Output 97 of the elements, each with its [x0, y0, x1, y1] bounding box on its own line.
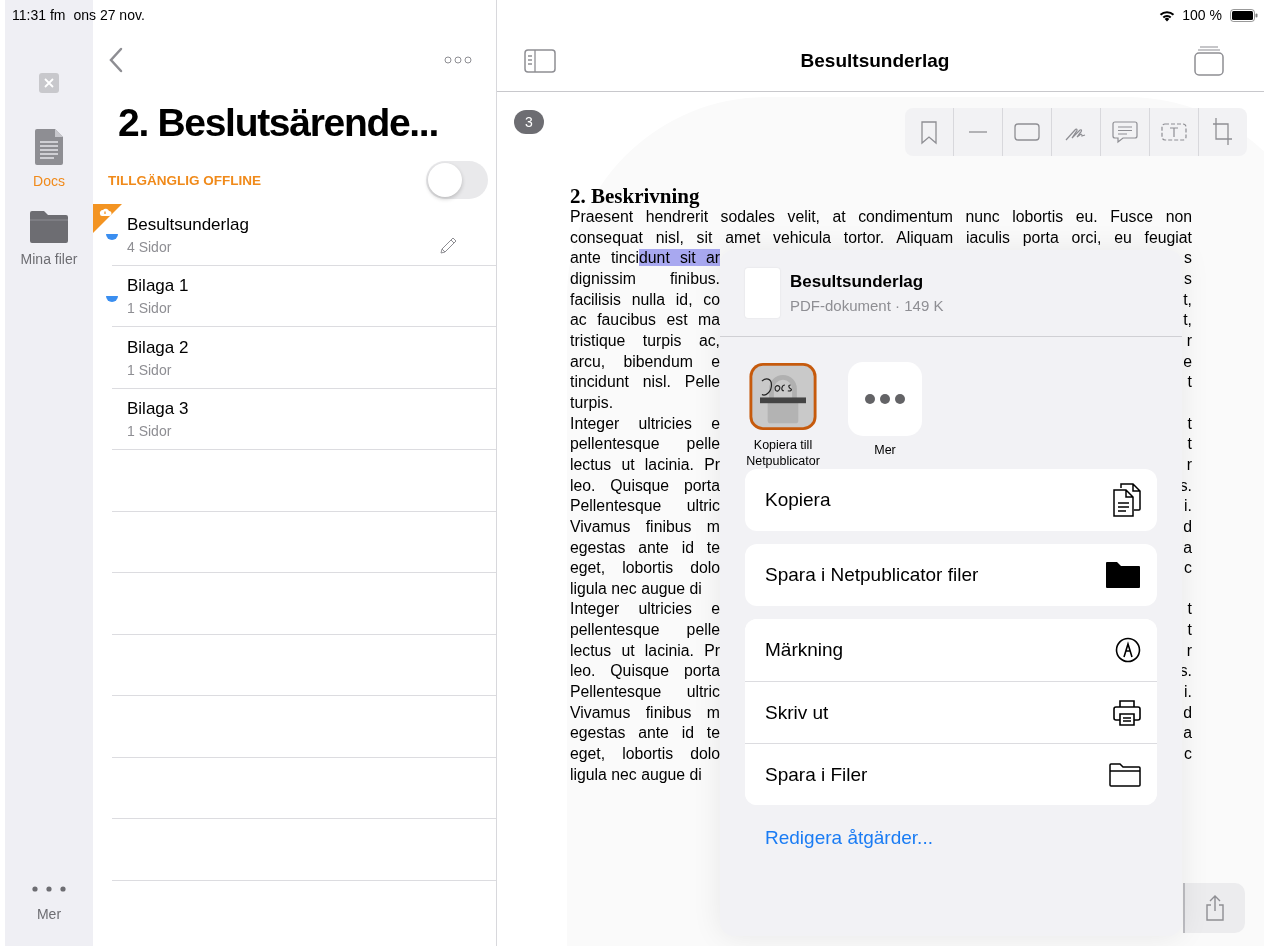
page-count: 1 Sidor — [127, 300, 173, 317]
document-name: Bilaga 1 — [127, 276, 189, 297]
sidebar-icon[interactable] — [524, 48, 556, 73]
document-text-fragment: d — [1183, 516, 1192, 537]
page-count: 4 Sidor — [127, 238, 173, 255]
document-text-fragment: s — [1184, 268, 1192, 289]
document-text-line: eget, lobortis dolo — [570, 744, 720, 765]
document-list-item[interactable]: Bilaga 1 1 Sidor — [93, 265, 496, 327]
document-text-fragment: c — [1184, 558, 1192, 579]
pencil-icon[interactable] — [440, 236, 458, 254]
document-text-line: Vivamus finibus m — [570, 516, 720, 537]
document-text-line: ligula nec augue di — [570, 578, 703, 599]
document-text-fragment: t, — [1183, 310, 1192, 331]
document-text-fragment: a — [1183, 723, 1192, 744]
document-text-line: lectus ut lacinia. Pr — [570, 640, 720, 661]
document-text-line: Vivamus finibus m — [570, 702, 720, 723]
more-button[interactable]: Mer — [32, 886, 66, 922]
share-app[interactable]: Kopiera till Netpublicator — [737, 362, 829, 469]
status-time: 11:31 fm — [12, 7, 66, 23]
document-text-fragment: t — [1187, 434, 1192, 455]
document-text-line: tristique turpis ac, — [570, 330, 720, 351]
document-text-fragment: d — [1183, 702, 1192, 723]
document-name: Bilaga 3 — [127, 399, 189, 420]
edit-actions-link[interactable]: Redigera åtgärder... — [765, 827, 933, 849]
wifi-icon — [1158, 8, 1177, 22]
document-text-line: tincidunt nisl. Pelle — [570, 372, 720, 393]
folder-icon — [1105, 561, 1141, 589]
document-text-line: arcu, bibendum e — [570, 351, 720, 372]
share-app[interactable]: Mer — [839, 362, 931, 469]
folder-icon — [30, 211, 68, 243]
app-logo-icon — [747, 362, 819, 431]
document-icon — [35, 129, 63, 165]
offline-toggle[interactable] — [426, 161, 488, 199]
document-text-line: ligula nec augue di — [570, 764, 703, 785]
document-text-fragment: r — [1186, 454, 1192, 475]
document-text-line: leo. Quisque porta — [570, 475, 720, 496]
document-text-fragment: e — [1183, 351, 1192, 372]
offline-label: TILLGÄNGLIG OFFLINE — [108, 172, 261, 188]
document-text-fragment: t — [1187, 413, 1192, 434]
document-text-fragment: r — [1186, 330, 1192, 351]
document-name: Bilaga 2 — [127, 337, 189, 358]
share-icon — [1205, 895, 1225, 921]
status-date: ons 27 nov. — [73, 7, 145, 23]
document-name: Besultsunderlag — [127, 214, 249, 235]
document-text-fragment: i. — [1184, 496, 1192, 517]
page-count: 1 Sidor — [127, 423, 173, 440]
document-list-item[interactable]: Bilaga 3 1 Sidor — [93, 388, 496, 450]
rail-tab[interactable]: Mina filer — [20, 211, 78, 267]
document-text-line: Praesent hendrerit sodales velit, at condimentum nunc lobortis eu. Fusce non — [570, 208, 1192, 227]
document-text-line: lectus ut lacinia. Pr — [570, 454, 720, 475]
document-list-item[interactable]: Bilaga 2 1 Sidor — [93, 327, 496, 389]
back-icon[interactable] — [109, 47, 123, 73]
document-text-line: egestas ante id te — [570, 723, 720, 744]
document-title: Besultsunderlag — [800, 49, 950, 72]
document-text-line: turpis. — [570, 392, 615, 413]
close-icon[interactable] — [39, 73, 59, 93]
document-text-fragment: a — [1183, 537, 1192, 558]
document-text-fragment: c — [1184, 744, 1192, 765]
document-text-fragment: s — [1184, 248, 1192, 269]
markup-pen-icon — [1115, 637, 1141, 663]
document-text-line: Integer ultricies e — [570, 413, 720, 434]
document-text-line: eget, lobortis dolo — [570, 558, 720, 579]
battery-percentage: 100 % — [1182, 7, 1222, 23]
more-apps-icon — [848, 362, 922, 436]
file-name: Besultsunderlag — [790, 272, 925, 292]
document-text-fragment: r — [1186, 640, 1192, 661]
document-list-item[interactable]: Besultsunderlag 4 Sidor — [93, 204, 496, 266]
more-icon — [32, 886, 66, 892]
document-text-line: leo. Quisque porta — [570, 661, 720, 682]
more-options-icon[interactable] — [444, 56, 472, 64]
folder-icon — [1109, 762, 1141, 787]
document-text-line: ac faucibus est ma — [570, 310, 720, 331]
document-text-line: pellentesque pelle — [570, 434, 720, 455]
document-text-fragment: t — [1187, 372, 1192, 393]
document-text-line: dignissim finibus. — [570, 268, 720, 289]
document-text-line: consequat nisl, sit amet vehicula tortor. Aliquam iaculis porta orci, eu feugiat — [570, 227, 1192, 248]
document-text-fragment: t — [1187, 599, 1192, 620]
folder-title: 2. Beslutsärende... — [118, 100, 439, 146]
battery-icon — [1230, 8, 1258, 22]
share-button[interactable] — [1183, 883, 1245, 933]
document-text-line: egestas ante id te — [570, 537, 720, 558]
pages-icon[interactable] — [1194, 45, 1224, 76]
document-text-line: ante tincidunt sit ar — [570, 248, 720, 269]
page-count: 1 Sidor — [127, 361, 173, 378]
document-text-line: Integer ultricies e — [570, 599, 720, 620]
copy-icon — [1113, 483, 1141, 517]
document-text-line: pellentesque pelle — [570, 620, 720, 641]
document-text-line: facilisis nulla id, co — [570, 289, 720, 310]
document-text-fragment: t, — [1183, 289, 1192, 310]
page-number-badge: 3 — [514, 110, 544, 134]
document-text-line: Pellentesque ultric — [570, 496, 720, 517]
printer-icon — [1113, 698, 1141, 727]
file-info: PDF-dokument · 149 K — [790, 297, 944, 314]
document-text-fragment: t — [1187, 620, 1192, 641]
document-text-fragment: i. — [1184, 682, 1192, 703]
document-heading: 2. Beskrivning — [570, 186, 701, 207]
document-text-line: Pellentesque ultric — [570, 682, 720, 703]
